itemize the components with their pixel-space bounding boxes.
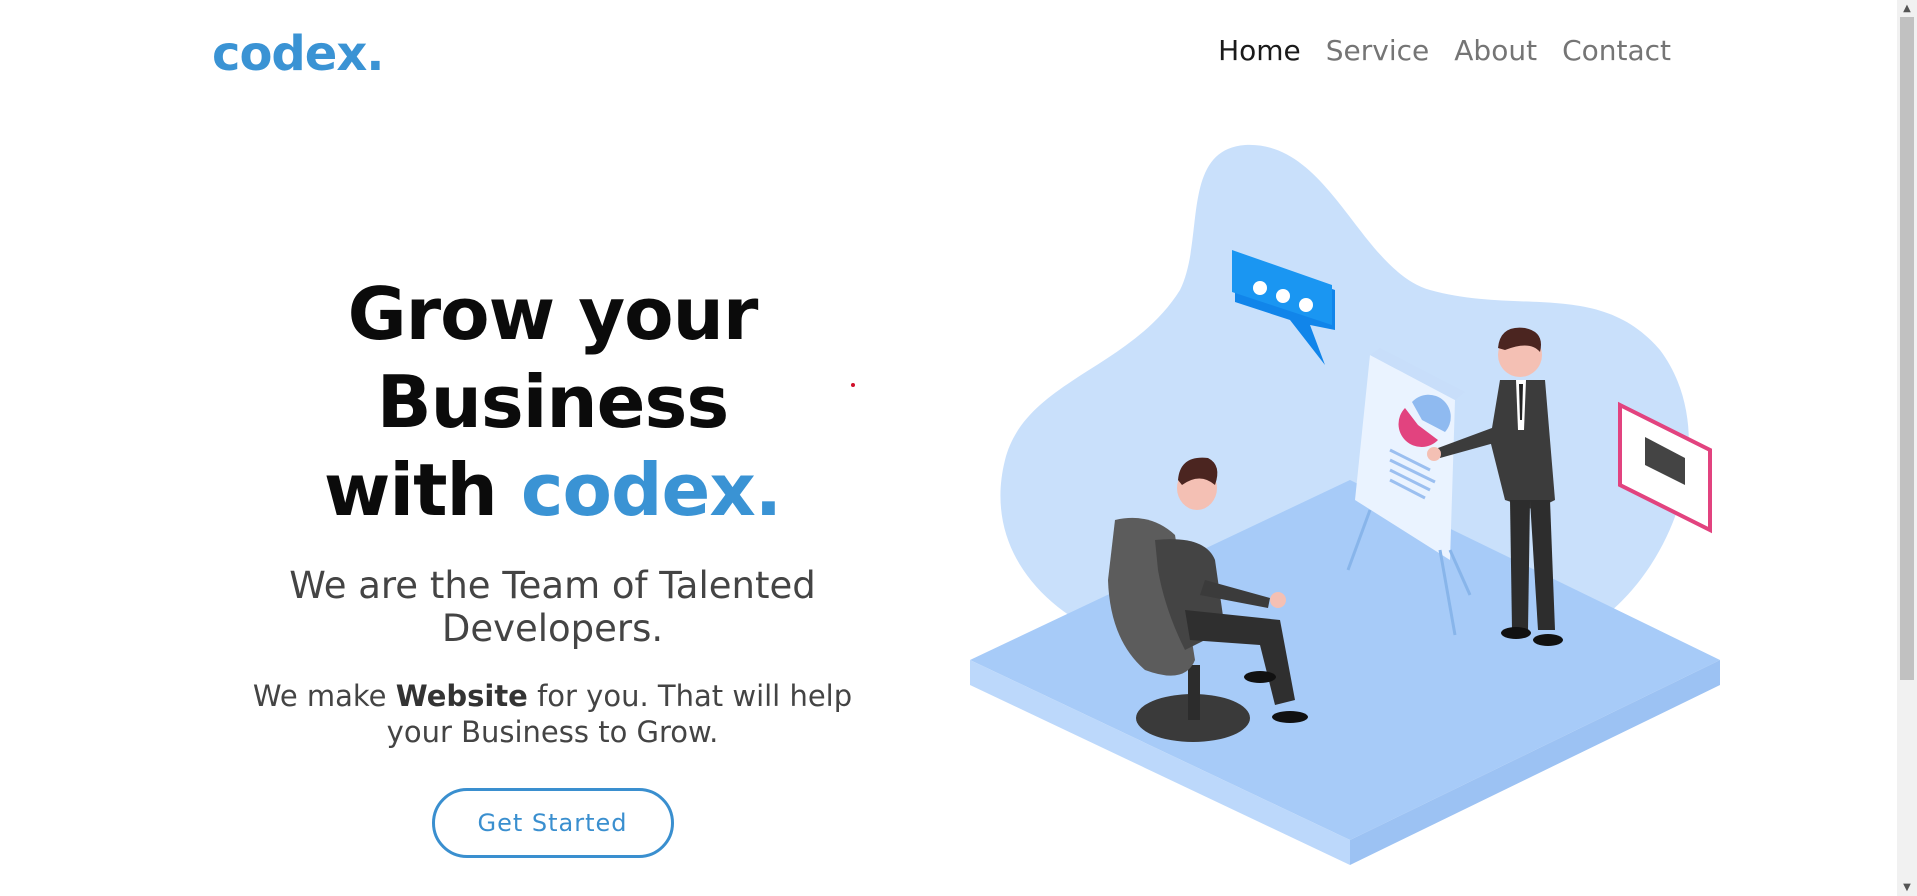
desc-prefix: We make [252,679,396,713]
vertical-scrollbar[interactable]: ▲ ▼ [1897,0,1917,896]
nav-service[interactable]: Service [1326,34,1429,67]
hero-title-brand: codex. [520,448,782,532]
hero-tagline: We are the Team of Talented Developers. [289,564,816,650]
nav-contact[interactable]: Contact [1562,34,1671,67]
hero-section: Grow your Business with codex. We are th… [185,270,920,858]
scroll-up-icon[interactable]: ▲ [1897,0,1917,17]
main-nav: Home Service About Contact [1218,34,1671,67]
hero-title: Grow your Business with codex. [185,270,920,534]
scroll-down-icon[interactable]: ▼ [1897,879,1917,896]
business-meeting-illustration [970,144,1720,865]
hero-description: We make Website for you. That will help … [223,678,883,750]
get-started-button[interactable]: Get Started [431,788,674,858]
scrollbar-thumb[interactable] [1900,17,1914,680]
hero-title-line1: Grow your Business [347,272,759,444]
hero-title-line2: with [323,448,521,532]
nav-home[interactable]: Home [1218,34,1301,67]
nav-about[interactable]: About [1454,34,1537,67]
logo[interactable]: codex. [212,26,385,82]
desc-bold: Website [395,679,528,713]
red-dot [851,383,855,387]
